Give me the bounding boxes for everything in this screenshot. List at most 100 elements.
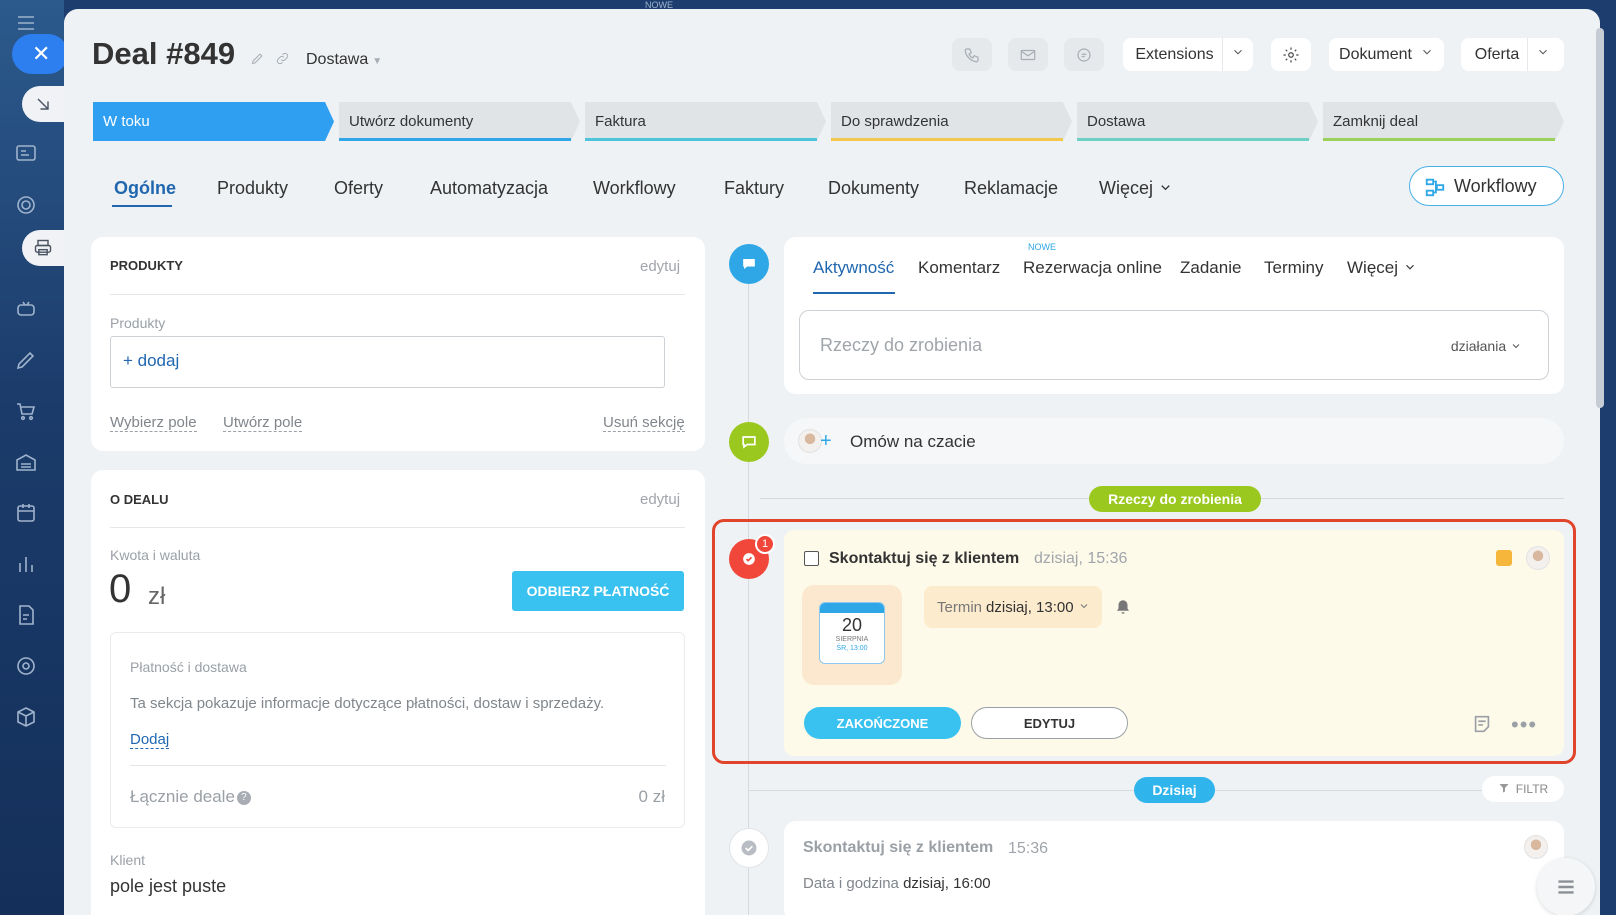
tab-ogolne[interactable]: Ogólne xyxy=(114,178,176,199)
edit-task-button[interactable]: EDYTUJ xyxy=(971,707,1128,739)
tab-wiecej-activity[interactable]: Więcej xyxy=(1347,258,1417,279)
envelope-icon xyxy=(1020,49,1036,60)
client-value: pole jest puste xyxy=(110,876,227,896)
chevron-down-icon xyxy=(1078,599,1090,616)
chat-button[interactable] xyxy=(1064,38,1104,71)
phone-icon xyxy=(964,47,979,62)
task-checkbox[interactable] xyxy=(804,551,819,566)
target-icon[interactable] xyxy=(13,192,39,218)
workflow-icon xyxy=(1424,176,1446,203)
more-options-icon[interactable]: ••• xyxy=(1511,712,1537,738)
activity-editor: Aktywność Komentarz NOWE Rezerwacja onli… xyxy=(784,237,1564,394)
actions-dropdown[interactable]: działania xyxy=(1451,338,1522,355)
chat-label: Omów na czacie xyxy=(850,432,976,451)
completed-task-time: 15:36 xyxy=(1008,840,1049,857)
stage-dostawa[interactable]: Dostawa xyxy=(1077,102,1318,141)
warehouse-icon[interactable] xyxy=(13,449,39,475)
note-icon[interactable] xyxy=(1471,713,1493,740)
extensions-button[interactable]: Extensions xyxy=(1123,38,1253,71)
bell-icon[interactable] xyxy=(1114,598,1132,621)
tab-faktury[interactable]: Faktury xyxy=(724,178,784,199)
stage-zamknij-deal[interactable]: Zamknij deal xyxy=(1323,102,1564,141)
calendar-tile: 20 SIERPNIA ŚR, 13:00 xyxy=(802,585,902,685)
divider xyxy=(130,765,666,766)
complete-task-button[interactable]: ZAKOŃCZONE xyxy=(804,707,961,739)
call-button[interactable] xyxy=(952,38,992,71)
total-deals-value: 0 zł xyxy=(638,787,665,806)
active-tab-indicator xyxy=(112,205,172,207)
page-title: Deal #849 xyxy=(92,36,236,71)
filter-button[interactable]: FILTR xyxy=(1482,776,1564,802)
edit-title-pencil-icon[interactable] xyxy=(250,51,265,71)
circle-settings-icon[interactable] xyxy=(13,653,39,679)
cart-icon[interactable] xyxy=(13,398,39,424)
tab-workflowy[interactable]: Workflowy xyxy=(593,178,676,199)
add-payment-link[interactable]: Dodaj xyxy=(130,731,170,749)
select-field-link[interactable]: Wybierz pole xyxy=(110,414,197,432)
add-participant-icon[interactable]: + xyxy=(820,431,832,451)
delete-section-link[interactable]: Usuń sekcję xyxy=(603,414,685,432)
chevron-down-icon xyxy=(1510,339,1522,355)
tab-dokumenty[interactable]: Dokumenty xyxy=(828,178,919,199)
done-task-timeline-icon xyxy=(729,828,769,868)
task-time: dzisiaj, 15:36 xyxy=(1034,550,1128,567)
create-field-link[interactable]: Utwórz pole xyxy=(223,414,303,432)
tab-aktywnosc[interactable]: Aktywność xyxy=(813,258,894,278)
menu-button[interactable] xyxy=(1537,858,1595,915)
cube-icon[interactable] xyxy=(13,704,39,730)
copy-link-icon[interactable] xyxy=(275,51,290,71)
tab-zadanie[interactable]: Zadanie xyxy=(1180,258,1241,278)
calendar-icon[interactable] xyxy=(13,500,39,526)
task-card: Skontaktuj się z klientem dzisiaj, 15:36… xyxy=(784,530,1564,756)
pipeline-selector[interactable]: Dostawa ▼ xyxy=(306,51,382,69)
amount-label: Kwota i waluta xyxy=(110,547,201,563)
chevron-down-icon xyxy=(1536,45,1550,64)
todo-input[interactable]: Rzeczy do zrobienia działania xyxy=(799,310,1549,380)
document-button[interactable]: Dokument xyxy=(1329,38,1444,71)
chat-timeline-icon xyxy=(729,422,769,462)
currency: zł xyxy=(148,583,166,610)
stage-w-toku[interactable]: W toku xyxy=(93,102,334,141)
stage-faktura[interactable]: Faktura xyxy=(585,102,826,141)
payment-title: Płatność i dostawa xyxy=(130,659,247,675)
products-field-label: Produkty xyxy=(110,315,166,331)
email-button[interactable] xyxy=(1008,38,1048,71)
stage-do-sprawdzenia[interactable]: Do sprawdzenia xyxy=(831,102,1072,141)
add-product-field[interactable]: + dodaj xyxy=(110,336,665,388)
chevron-down-icon xyxy=(1158,179,1173,200)
stage-utworz-dokumenty[interactable]: Utwórz dokumenty xyxy=(339,102,580,141)
robot-icon[interactable] xyxy=(13,296,39,322)
todo-placeholder: Rzeczy do zrobienia xyxy=(820,335,983,355)
products-edit-link[interactable]: edytuj xyxy=(640,258,680,275)
deal-info-edit-link[interactable]: edytuj xyxy=(640,491,680,508)
workflow-button[interactable]: Workflowy xyxy=(1409,166,1564,206)
print-button[interactable] xyxy=(22,230,68,266)
deadline-selector[interactable]: Termin dzisiaj, 13:00 xyxy=(924,586,1102,628)
tab-oferty[interactable]: Oferty xyxy=(334,178,383,199)
offer-button[interactable]: Oferta xyxy=(1461,38,1564,71)
settings-button[interactable] xyxy=(1271,38,1311,71)
tab-rezerwacja-online[interactable]: Rezerwacja online xyxy=(1023,258,1162,278)
tab-wiecej[interactable]: Więcej xyxy=(1099,178,1173,200)
caret-down-icon: ▼ xyxy=(372,56,383,67)
close-slider-button[interactable]: ✕ xyxy=(12,34,68,74)
minimize-button[interactable] xyxy=(22,86,68,122)
chat-row[interactable]: + Omów na czacie xyxy=(784,418,1564,464)
hamburger-icon[interactable] xyxy=(13,10,39,36)
funnel-icon xyxy=(1498,782,1510,797)
contact-card-icon[interactable] xyxy=(13,140,39,166)
tab-komentarz[interactable]: Komentarz xyxy=(918,258,1000,278)
chart-bars-icon[interactable] xyxy=(13,551,39,577)
responsible-avatar[interactable] xyxy=(1526,546,1550,570)
tab-automatyzacja[interactable]: Automatyzacja xyxy=(430,178,548,199)
pen-icon[interactable] xyxy=(13,347,39,373)
color-tag[interactable] xyxy=(1496,550,1512,566)
divider xyxy=(110,294,685,295)
help-icon[interactable]: ? xyxy=(236,790,251,805)
tab-produkty[interactable]: Produkty xyxy=(217,178,288,199)
tab-reklamacje[interactable]: Reklamacje xyxy=(964,178,1058,199)
document-edit-icon[interactable] xyxy=(13,602,39,628)
tab-terminy[interactable]: Terminy xyxy=(1264,258,1324,278)
receive-payment-button[interactable]: ODBIERZ PŁATNOŚĆ xyxy=(512,571,684,611)
scrollbar[interactable] xyxy=(1596,28,1604,408)
